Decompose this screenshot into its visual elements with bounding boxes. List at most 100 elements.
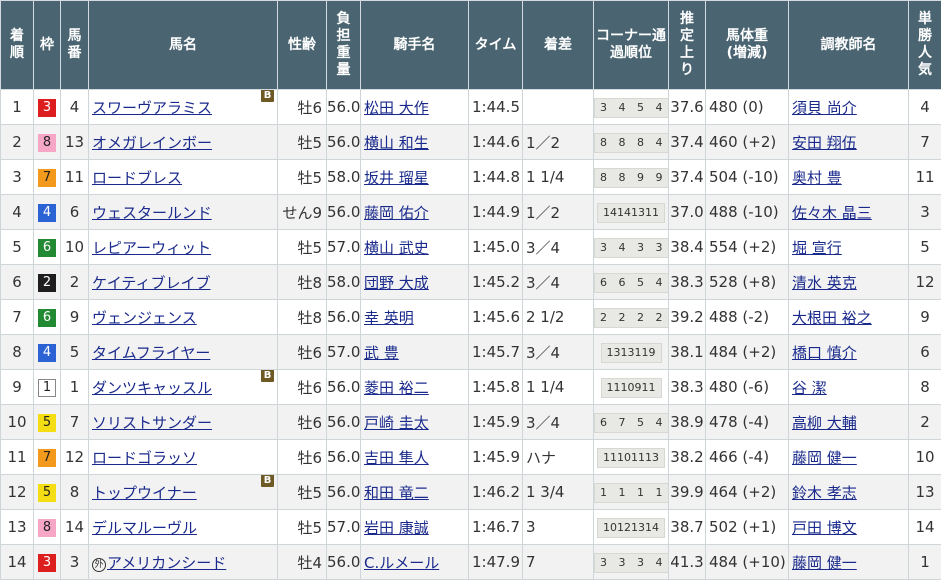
sexage-cell: 牡5 (277, 229, 327, 265)
number-cell: 12 (60, 439, 89, 475)
horse-name-link[interactable]: ダンツキャッスル (92, 379, 212, 397)
trainer-link[interactable]: 佐々木 晶三 (792, 204, 872, 222)
jockey-link[interactable]: 和田 竜二 (364, 484, 429, 502)
trainer-link[interactable]: 清水 英克 (792, 274, 857, 292)
trainer-link[interactable]: 大根田 裕之 (792, 309, 872, 327)
trainer-link[interactable]: 須貝 尚介 (792, 99, 857, 117)
result-row: 2 8 13 オメガレインボー 牡5 56.0 横山 和生 1:44.6 1／2… (0, 124, 941, 160)
weight-cell: 57.0 (326, 509, 361, 545)
horse-name-link[interactable]: ヴェンジェンス (92, 309, 197, 327)
frame-cell: 6 (33, 229, 61, 265)
blinker-icon: B (261, 90, 274, 102)
horse-name-link[interactable]: オメガレインボー (92, 134, 212, 152)
number-cell: 5 (60, 334, 89, 370)
time-cell: 1:44.9 (468, 194, 523, 230)
last3f-cell: 38.7 (668, 509, 706, 545)
body-weight-cell: 466 (-4) (705, 439, 789, 475)
number-cell: 6 (60, 194, 89, 230)
corner-positions: 14141311 (597, 202, 665, 223)
horse-name-link[interactable]: ソリストサンダー (92, 414, 212, 432)
time-cell: 1:46.7 (468, 509, 523, 545)
horse-name-link[interactable]: トップウイナー (92, 484, 197, 502)
weight-cell: 56.0 (326, 89, 361, 125)
frame-cell: 4 (33, 194, 61, 230)
horse-name-link[interactable]: ロードゴラッソ (92, 449, 197, 467)
number-cell: 13 (60, 124, 89, 160)
jockey-cell: 和田 竜二 (360, 474, 469, 510)
trainer-cell: 堀 宣行 (788, 229, 909, 265)
popularity-cell: 1 (908, 544, 941, 580)
jockey-link[interactable]: C.ルメール (364, 554, 439, 572)
sexage-cell: 牡5 (277, 509, 327, 545)
trainer-link[interactable]: 藤岡 健一 (792, 554, 857, 572)
foreign-horse-icon: 外 (92, 557, 106, 572)
trainer-link[interactable]: 橋口 慎介 (792, 344, 857, 362)
frame-cell: 4 (33, 334, 61, 370)
horse-name-link[interactable]: デルマルーヴル (92, 519, 197, 537)
horse-cell: ダンツキャッスル B (88, 369, 278, 405)
last3f-cell: 39.9 (668, 474, 706, 510)
corner-positions: 6 7 5 4 (594, 412, 668, 433)
corner-cell: 3 3 3 4 (593, 544, 669, 580)
trainer-link[interactable]: 奥村 豊 (792, 169, 842, 187)
jockey-link[interactable]: 松田 大作 (364, 99, 429, 117)
jockey-link[interactable]: 藤岡 佑介 (364, 204, 429, 222)
last3f-cell: 37.6 (668, 89, 706, 125)
jockey-link[interactable]: 幸 英明 (364, 309, 414, 327)
jockey-link[interactable]: 武 豊 (364, 344, 399, 362)
trainer-link[interactable]: 堀 宣行 (792, 239, 842, 257)
time-cell: 1:45.9 (468, 439, 523, 475)
header-jockey: 騎手名 (360, 0, 469, 90)
horse-name-link[interactable]: タイムフライヤー (92, 344, 210, 362)
time-cell: 1:45.8 (468, 369, 523, 405)
body-weight-cell: 480 (0) (705, 89, 789, 125)
body-weight-cell: 484 (+2) (705, 334, 789, 370)
rank-cell: 12 (0, 474, 34, 510)
jockey-link[interactable]: 吉田 隼人 (364, 449, 429, 467)
horse-cell: ケイティブレイブ (88, 264, 278, 300)
margin-cell: 3 (522, 509, 594, 545)
jockey-link[interactable]: 坂井 瑠星 (364, 169, 429, 187)
body-weight-cell: 528 (+8) (705, 264, 789, 300)
jockey-link[interactable]: 戸崎 圭太 (364, 414, 429, 432)
corner-cell: 3 4 3 3 (593, 229, 669, 265)
jockey-link[interactable]: 横山 和生 (364, 134, 429, 152)
corner-positions: 3 4 3 3 (594, 237, 668, 258)
number-cell: 1 (60, 369, 89, 405)
popularity-cell: 9 (908, 299, 941, 335)
margin-cell: ハナ (522, 439, 594, 475)
rank-cell: 8 (0, 334, 34, 370)
corner-cell: 1110911 (593, 369, 669, 405)
result-row: 12 5 8 トップウイナー B 牡5 56.0 和田 竜二 1:46.2 1 … (0, 474, 941, 510)
horse-name-link[interactable]: レピアーウィット (92, 239, 211, 257)
trainer-link[interactable]: 高柳 大輔 (792, 414, 857, 432)
jockey-link[interactable]: 団野 大成 (364, 274, 429, 292)
horse-name-link[interactable]: ケイティブレイブ (92, 274, 211, 292)
margin-cell: 1 1/4 (522, 369, 594, 405)
jockey-cell: 藤岡 佑介 (360, 194, 469, 230)
jockey-cell: 菱田 裕二 (360, 369, 469, 405)
jockey-link[interactable]: 菱田 裕二 (364, 379, 429, 397)
rank-cell: 5 (0, 229, 34, 265)
corner-positions: 1110911 (600, 377, 662, 398)
horse-name-link[interactable]: ロードブレス (92, 169, 182, 187)
blinker-icon: B (261, 370, 274, 382)
trainer-cell: 谷 潔 (788, 369, 909, 405)
corner-cell: 10121314 (593, 509, 669, 545)
sexage-cell: 牡4 (277, 544, 327, 580)
time-cell: 1:44.6 (468, 124, 523, 160)
jockey-link[interactable]: 岩田 康誠 (364, 519, 429, 537)
corner-positions: 8 8 9 9 (594, 167, 668, 188)
jockey-link[interactable]: 横山 武史 (364, 239, 429, 257)
trainer-link[interactable]: 藤岡 健一 (792, 449, 857, 467)
horse-name-link[interactable]: ウェスタールンド (92, 204, 212, 222)
horse-name-link[interactable]: アメリカンシード (107, 554, 226, 572)
header-last3f: 推定上り (668, 0, 706, 90)
sexage-cell: 牡8 (277, 264, 327, 300)
last3f-cell: 38.1 (668, 334, 706, 370)
trainer-link[interactable]: 鈴木 孝志 (792, 484, 857, 502)
trainer-link[interactable]: 戸田 博文 (792, 519, 857, 537)
horse-name-link[interactable]: スワーヴアラミス (92, 99, 212, 117)
trainer-link[interactable]: 安田 翔伍 (792, 134, 857, 152)
trainer-link[interactable]: 谷 潔 (792, 379, 827, 397)
